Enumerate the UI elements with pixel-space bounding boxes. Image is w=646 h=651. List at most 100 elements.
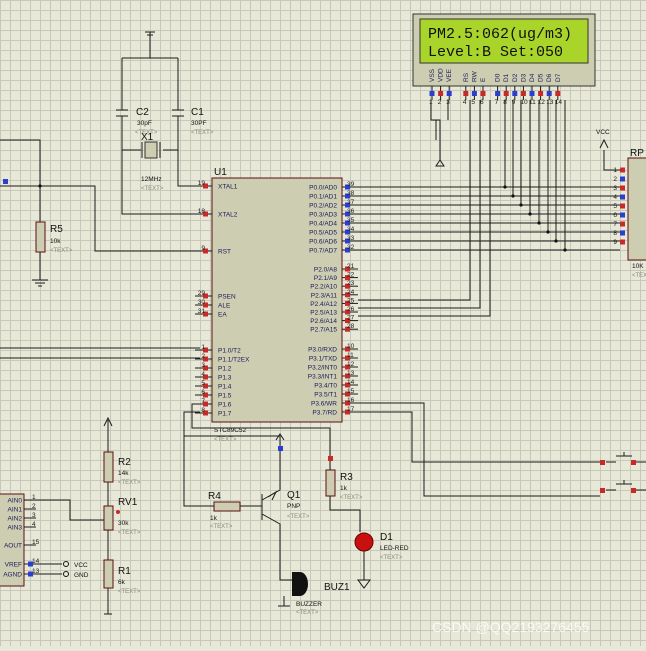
- mcu-right-pin-label: P3.5/T1: [314, 392, 337, 399]
- mcu-u1[interactable]: U1 STC89C52 <TEXT> 19 XTAL118 XTAL29 RST29 P…: [195, 167, 358, 443]
- mcu-right-pin-label: P0.7/AD7: [309, 248, 337, 255]
- lcd-pin-label: E: [480, 77, 487, 82]
- lcd-pin-marker: [503, 91, 509, 96]
- mcu-left-pin-label: P1.1/T2EX: [218, 357, 250, 364]
- adc-pin-number: 15: [32, 539, 40, 546]
- mcu-right-pin-label: P0.3/AD3: [309, 212, 337, 219]
- rp-pin-marker: [620, 203, 625, 209]
- r3-ref: R3: [340, 472, 353, 483]
- resistor-r4[interactable]: R4 1k <TEXT>: [208, 491, 241, 530]
- c1-ref: C1: [191, 107, 204, 118]
- mcu-right-pin-label: P3.0/RXD: [308, 347, 337, 354]
- mcu-left-pin-number: 18: [198, 208, 206, 215]
- mcu-left-pin-number: 30: [198, 299, 206, 306]
- lcd-pin-marker: [471, 91, 477, 96]
- mcu-right-pin-number: 24: [347, 289, 355, 296]
- mcu-right-pin-label: P2.0/A8: [314, 267, 338, 274]
- r4-value: 1k: [210, 515, 218, 522]
- r4-text: <TEXT>: [210, 524, 233, 530]
- lcd-pin-number: 10: [520, 99, 528, 106]
- r1-value: 6k: [118, 579, 126, 586]
- push-buttons[interactable]: [600, 452, 646, 493]
- mcu-left-pin-label: ALE: [218, 303, 231, 310]
- adc-gnd-label: GND: [74, 572, 89, 579]
- rp-pin-marker: [620, 167, 625, 173]
- adc-pin-label: AGND: [3, 572, 22, 579]
- lcd-pin-label: D6: [546, 73, 553, 82]
- mcu-right-pin-label: P3.4/T0: [314, 383, 337, 390]
- mcu-right-pin-label: P0.0/AD0: [309, 185, 337, 192]
- mcu-right-pin-number: 37: [347, 199, 355, 206]
- lcd-pin-label: RS: [463, 72, 470, 82]
- mcu-left-pin-number: 6: [201, 389, 205, 396]
- bus-junction: [563, 248, 567, 252]
- led-d1[interactable]: D1 LED-RED <TEXT>: [354, 532, 409, 589]
- r1-ref: R1: [118, 566, 131, 577]
- mcu-right-pin-label: P3.2/INT0: [308, 365, 338, 372]
- rp-pin-marker: [620, 176, 625, 182]
- x1-ref: X1: [141, 132, 154, 143]
- mcu-right-pin-label: P3.3/INT1: [308, 374, 338, 381]
- adc-pin-marker: [28, 561, 33, 567]
- mcu-right-pin-number: 33: [347, 235, 355, 242]
- p0-bus-wire: [358, 100, 620, 242]
- lcd-pin-number: 6: [480, 99, 484, 106]
- mcu-left-pin-label: EA: [218, 312, 227, 319]
- mcu-right-pin-number: 10: [347, 343, 355, 350]
- lcd-pin-marker: [446, 91, 452, 96]
- mcu-right-pin-label: P3.1/TXD: [309, 356, 337, 363]
- lcd-pin-marker: [520, 91, 526, 96]
- bus-junction: [519, 203, 523, 207]
- lcd-pin-marker: [512, 91, 518, 96]
- mcu-right-pin-label: P3.7/RD: [312, 410, 337, 417]
- mcu-left-pin-label: RST: [218, 249, 231, 256]
- lcd-pin-marker: [529, 91, 535, 96]
- adc-pin-label: AIN1: [8, 507, 23, 514]
- adc-pin-number: 2: [32, 503, 36, 510]
- adc-vcc-label: VCC: [74, 562, 88, 569]
- lcd-pin-number: 7: [495, 99, 499, 106]
- lcd-pin-label: VSS: [429, 68, 436, 82]
- buzzer-buz1[interactable]: BUZ1 BUZZER <TEXT>: [278, 572, 350, 616]
- resistor-pack-rp[interactable]: VCC RP 10K <TEXT> 1 2 3 4 5 6 7 8 9: [596, 129, 646, 279]
- transistor-q1[interactable]: Q1 PNP <TEXT>: [261, 433, 310, 581]
- r5-text: <TEXT>: [50, 248, 73, 254]
- mcu-right-pin-number: 15: [347, 388, 355, 395]
- q1-value: PNP: [287, 503, 300, 510]
- mcu-right-pin-number: 23: [347, 280, 355, 287]
- lcd-display[interactable]: PM2.5:062(ug/m3) Level:B Set:050 VSS1VDD…: [412, 13, 596, 106]
- lcd-pin-marker: [438, 91, 444, 96]
- divider-network[interactable]: R2 14k <TEXT> RV1 30k <TEXT> R1 6k <TEXT…: [103, 416, 141, 615]
- lcd-pin-number: 9: [512, 99, 516, 106]
- p0-bus-wire: [358, 100, 620, 215]
- mcu-right-pin-number: 27: [347, 315, 355, 322]
- lcd-pin-marker: [480, 91, 486, 96]
- mcu-right-pin-number: 16: [347, 397, 355, 404]
- r4-ref: R4: [208, 491, 221, 502]
- resistor-r3[interactable]: R3 1k <TEXT>: [325, 456, 363, 501]
- bus-junction: [503, 185, 507, 189]
- lcd-pin-marker: [538, 91, 544, 96]
- d1-ref: D1: [380, 532, 393, 543]
- adc-pin-label: AIN2: [8, 516, 23, 523]
- rp-ref: RP: [630, 148, 644, 159]
- mcu-left-pin-label: P1.5: [218, 393, 232, 400]
- r2-text: <TEXT>: [118, 480, 141, 486]
- mcu-right-pin-number: 25: [347, 297, 355, 304]
- lcd-pin-label: RW: [471, 70, 478, 82]
- rv1-text: <TEXT>: [118, 530, 141, 536]
- adc-pin-label: AIN0: [8, 498, 23, 505]
- r1-text: <TEXT>: [118, 589, 141, 595]
- p0-bus-wire: [358, 100, 620, 188]
- mcu-right-pin-number: 22: [347, 272, 355, 279]
- mcu-right-pin-label: P2.7/A15: [310, 327, 337, 334]
- p0-bus-wire: [358, 100, 620, 233]
- rp-vcc-label: VCC: [596, 129, 610, 136]
- lcd-pin-number: 13: [546, 99, 554, 106]
- r3-text: <TEXT>: [340, 495, 363, 501]
- d1-value: LED-RED: [380, 545, 409, 552]
- mcu-left-pin-number: 8: [201, 407, 205, 414]
- schematic-canvas[interactable]: PM2.5:062(ug/m3) Level:B Set:050 VSS 1 VDD…: [0, 0, 646, 646]
- reset-circuit: R5 10k <TEXT>: [0, 139, 195, 287]
- adc-chip[interactable]: VCC GND AIN0 1 AIN1 2 AIN2 3 AIN3 4 AOUT 15 VREF 14…: [0, 493, 104, 587]
